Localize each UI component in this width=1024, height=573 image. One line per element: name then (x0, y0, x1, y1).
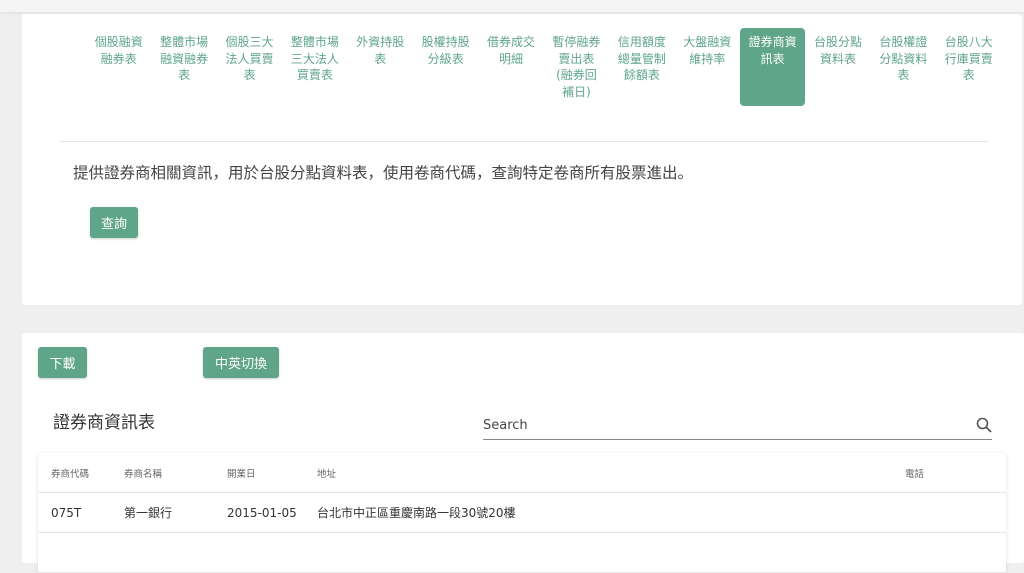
tab-12[interactable]: 台股權證分點資料表 (871, 28, 936, 106)
search-icon[interactable] (976, 417, 992, 433)
cell-name: 第一銀行 (124, 506, 173, 520)
cell-address: 台北市中正區重慶南路一段30號20樓 (317, 506, 516, 520)
tab-10[interactable]: 證券商資訊表 (739, 28, 806, 106)
table-title: 證券商資訊表 (53, 413, 155, 433)
tab-7[interactable]: 暫停融券賣出表(融券回補日) (544, 28, 609, 106)
tab-9[interactable]: 大盤融資維持率 (675, 28, 740, 106)
dataset-tabs: 個股融資融券表 整體市場融資融券表 個股三大法人買賣表 整體市場三大法人買賣表 外資持股… (86, 28, 1001, 106)
results-panel: 下載 中英切換 證券商資訊表 券商代碼 券商名稱 開業日 地址 電話 075T … (22, 333, 1024, 573)
tab-0[interactable]: 個股融資融券表 (86, 28, 151, 106)
query-button[interactable]: 查詢 (90, 207, 138, 238)
cell-date: 2015-01-05 (227, 505, 297, 520)
column-header[interactable]: 地址 (317, 466, 905, 480)
description: 提供證券商相關資訊，用於台股分點資料表，使用卷商代碼，查詢特定卷商所有股票進出。 (73, 164, 694, 182)
tab-4[interactable]: 外資持股表 (348, 28, 413, 106)
column-header[interactable]: 券商名稱 (124, 466, 227, 480)
query-panel: 個股融資融券表 整體市場融資融券表 個股三大法人買賣表 整體市場三大法人買賣表 外資持股… (22, 14, 1022, 305)
top-bar (0, 0, 1024, 12)
tab-2[interactable]: 個股三大法人買賣表 (217, 28, 282, 106)
language-toggle-button[interactable]: 中英切換 (203, 347, 279, 378)
tab-1[interactable]: 整體市場融資融券表 (151, 28, 216, 106)
column-header[interactable]: 券商代碼 (38, 466, 124, 480)
table-row[interactable]: 075T 第一銀行 2015-01-05 台北市中正區重慶南路一段30號20樓 (38, 493, 1006, 533)
tab-6[interactable]: 借券成交明細 (478, 28, 543, 106)
table-row[interactable] (38, 533, 1006, 573)
download-button[interactable]: 下載 (38, 347, 87, 378)
table-header: 券商代碼 券商名稱 開業日 地址 電話 (38, 453, 1006, 493)
tab-3[interactable]: 整體市場三大法人買賣表 (282, 28, 347, 106)
tab-13[interactable]: 台股八大行庫買賣表 (936, 28, 1001, 106)
search-field (483, 411, 992, 440)
column-header[interactable]: 電話 (905, 466, 1005, 480)
tab-8[interactable]: 信用額度總量管制餘額表 (609, 28, 674, 106)
tab-5[interactable]: 股權持股分級表 (413, 28, 478, 106)
broker-table: 券商代碼 券商名稱 開業日 地址 電話 075T 第一銀行 2015-01-05… (38, 453, 1006, 573)
cell-code: 075T (51, 505, 82, 520)
column-header[interactable]: 開業日 (227, 466, 317, 480)
divider (60, 141, 988, 142)
search-input[interactable] (483, 417, 976, 433)
tab-11[interactable]: 台股分點資料表 (805, 28, 870, 106)
